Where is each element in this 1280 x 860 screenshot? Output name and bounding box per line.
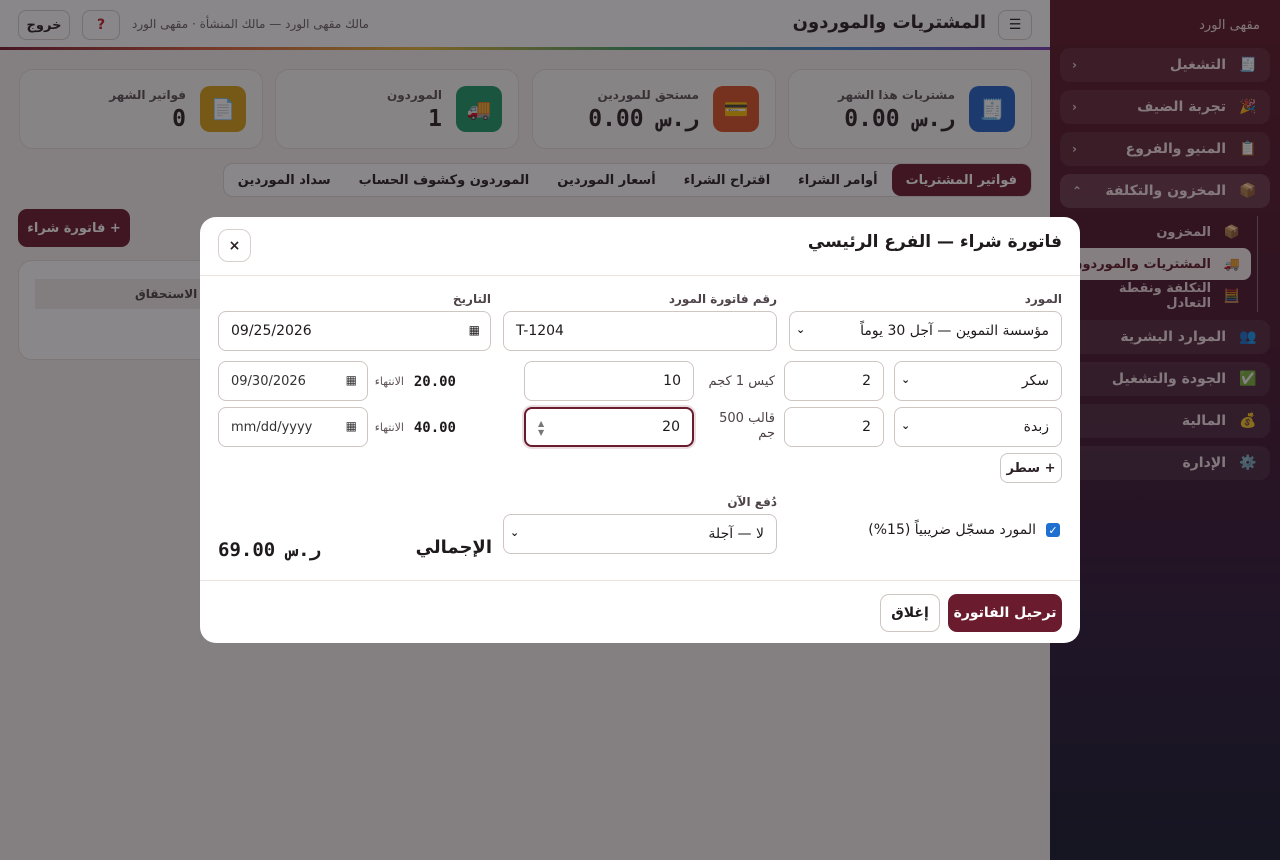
- line-price-value: 20: [662, 419, 680, 435]
- supplier-label: المورد: [1024, 292, 1062, 306]
- pay-now-value: لا — آجلة: [708, 526, 764, 542]
- line-total: 20.00: [413, 374, 456, 390]
- line-item-select[interactable]: سكر ⌄: [894, 361, 1062, 401]
- line-total: 40.00: [413, 420, 456, 436]
- chevron-down-icon: ⌄: [510, 526, 520, 539]
- line-expiry-value: 09/30/2026: [231, 373, 306, 389]
- close-button[interactable]: إغلاق: [880, 594, 940, 632]
- invoice-number-label: رقم فاتورة المورد: [668, 292, 777, 306]
- expiry-label: الانتهاء: [374, 421, 404, 434]
- pay-now-label: دُفع الآن: [727, 495, 777, 509]
- line-quantity-input[interactable]: 2: [784, 361, 884, 401]
- line-price-input[interactable]: ▲ ▼ 20: [524, 407, 694, 447]
- purchase-invoice-modal: فاتورة شراء — الفرع الرئيسي × المورد رقم…: [200, 217, 1080, 643]
- add-line-button[interactable]: + سطر: [1000, 453, 1062, 483]
- chevron-down-icon: ⌄: [901, 373, 911, 386]
- calendar-icon: ▦: [468, 323, 480, 337]
- supplier-select-value: مؤسسة التموين — آجل 30 يوماً: [860, 323, 1049, 339]
- chevron-down-icon: ⌄: [796, 323, 806, 336]
- date-input[interactable]: 09/25/2026 ▦: [218, 311, 491, 351]
- modal-title: فاتورة شراء — الفرع الرئيسي: [807, 232, 1062, 252]
- vat-checkbox[interactable]: ✓: [1046, 523, 1060, 537]
- close-modal-button[interactable]: ×: [218, 229, 251, 262]
- post-invoice-button[interactable]: ترحيل الفاتورة: [948, 594, 1062, 632]
- date-value: 09/25/2026: [231, 323, 312, 339]
- line-price-value: 10: [663, 373, 681, 389]
- date-label: التاريخ: [452, 292, 491, 306]
- line-expiry-value: mm/dd/yyyy: [231, 419, 313, 435]
- line-quantity-input[interactable]: 2: [784, 407, 884, 447]
- line-expiry-input[interactable]: 09/30/2026 ▦: [218, 361, 368, 401]
- supplier-select[interactable]: مؤسسة التموين — آجل 30 يوماً ⌄: [789, 311, 1062, 351]
- line-unit: كيس 1 كجم: [708, 374, 775, 389]
- chevron-down-icon: ⌄: [901, 419, 911, 432]
- spinner-icon[interactable]: ▲ ▼: [538, 419, 544, 437]
- expiry-label: الانتهاء: [374, 375, 404, 388]
- total-value: ر.س 69.00: [218, 539, 321, 561]
- close-icon: ×: [228, 237, 241, 254]
- calendar-icon: ▦: [345, 419, 357, 433]
- invoice-number-input[interactable]: T-1204: [503, 311, 777, 351]
- vat-checkbox-label: المورد مسجّل ضريبياً (15%): [868, 522, 1036, 538]
- modal-header: فاتورة شراء — الفرع الرئيسي ×: [200, 217, 1080, 276]
- line-quantity-value: 2: [862, 419, 871, 435]
- line-quantity-value: 2: [862, 373, 871, 389]
- line-price-input[interactable]: 10: [524, 361, 694, 401]
- invoice-number-value: T-1204: [516, 323, 564, 339]
- line-unit: قالب 500 جم: [719, 411, 775, 441]
- pay-now-select[interactable]: لا — آجلة ⌄: [503, 514, 777, 554]
- line-item-select[interactable]: زبدة ⌄: [894, 407, 1062, 447]
- line-expiry-input[interactable]: mm/dd/yyyy ▦: [218, 407, 368, 447]
- modal-footer: ترحيل الفاتورة إغلاق: [200, 580, 1080, 643]
- calendar-icon: ▦: [345, 373, 357, 387]
- line-item-value: سكر: [1021, 373, 1049, 389]
- total-label: الإجمالي: [415, 537, 492, 558]
- line-item-value: زبدة: [1023, 419, 1049, 435]
